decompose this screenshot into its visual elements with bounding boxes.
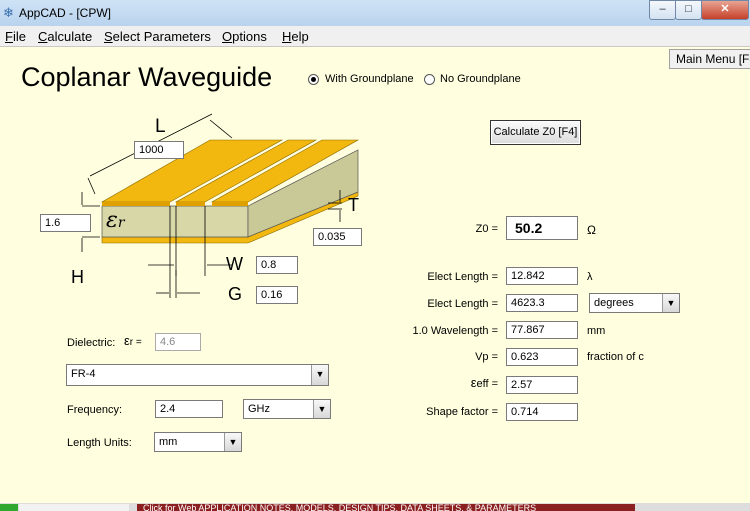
T-label: T (348, 195, 359, 215)
chevron-down-icon[interactable]: ▼ (313, 400, 330, 418)
length-units-label: Length Units: (67, 437, 132, 449)
eeff-output: 2.57 (506, 376, 578, 394)
shape-factor-label: Shape factor = (426, 406, 498, 418)
frequency-label: Frequency: (67, 404, 123, 416)
dielectric-er-label: εr = (124, 333, 142, 348)
page-title: Coplanar Waveguide (21, 62, 273, 92)
elect-length-unit-value: degrees (594, 297, 634, 309)
elect-length-unit-select[interactable]: degrees ▼ (589, 293, 680, 313)
status-indicator (0, 504, 18, 511)
left-ground-edge (102, 202, 170, 206)
status-cell (19, 504, 129, 511)
menu-calculate[interactable]: Calculate (38, 29, 92, 44)
shape-factor-output: 0.714 (506, 403, 578, 421)
with-groundplane-radio[interactable] (308, 74, 319, 85)
chevron-down-icon[interactable]: ▼ (311, 365, 328, 385)
material-select-value: FR-4 (71, 368, 96, 380)
thickness-input[interactable]: 0.035 (313, 228, 362, 246)
vp-output: 0.623 (506, 348, 578, 366)
vp-label: Vp = (475, 351, 498, 363)
length-units-select[interactable]: mm ▼ (154, 432, 242, 452)
app-icon: ❄ (3, 5, 14, 20)
maximize-button[interactable]: □ (675, 0, 702, 20)
close-button[interactable]: ✕ (701, 0, 749, 20)
title-bar[interactable] (0, 0, 750, 27)
menu-options[interactable]: Options (222, 29, 267, 44)
web-notes-link[interactable]: Click for Web APPLICATION NOTES, MODELS,… (137, 504, 635, 511)
right-ground-edge (212, 202, 248, 206)
lambda-unit: λ (587, 271, 593, 283)
L-label: L (155, 116, 166, 137)
frequency-input[interactable]: 2.4 (155, 400, 223, 418)
z0-unit: Ω (587, 223, 596, 237)
wavelength-unit: mm (587, 325, 606, 337)
dielectric-er-input[interactable]: 4.6 (155, 333, 201, 351)
main-menu-button[interactable]: Main Menu [F8 (669, 49, 750, 69)
no-groundplane-label[interactable]: No Groundplane (440, 73, 521, 85)
er-symbol: εr (106, 208, 125, 233)
elect-length-degrees-label: Elect Length = (427, 298, 498, 310)
center-strip-edge (176, 202, 205, 206)
W-label: W (226, 254, 243, 274)
width-input[interactable]: 0.8 (256, 256, 298, 274)
chevron-down-icon[interactable]: ▼ (662, 294, 679, 312)
with-groundplane-label[interactable]: With Groundplane (325, 73, 414, 85)
z0-label: Z0 = (475, 223, 498, 235)
menu-help[interactable]: Help (282, 29, 309, 44)
vp-unit: fraction of c (587, 351, 644, 363)
H-label: H (71, 267, 84, 287)
elect-length-lambda-output: 12.842 (506, 267, 578, 285)
frequency-unit-select[interactable]: GHz ▼ (243, 399, 331, 419)
eeff-label: εeff = (470, 375, 498, 390)
G-label: G (228, 284, 243, 304)
wavelength-output: 77.867 (506, 321, 578, 339)
menu-file[interactable]: File (5, 29, 26, 44)
wavelength-label: 1.0 Wavelength = (412, 325, 498, 337)
no-groundplane-radio[interactable] (424, 74, 435, 85)
z0-output: 50.2 (506, 216, 578, 240)
length-input[interactable]: 1000 (134, 141, 184, 159)
menu-select-parameters[interactable]: Select Parameters (104, 29, 211, 44)
length-units-value: mm (159, 436, 178, 448)
window-title: AppCAD - [CPW] (19, 6, 112, 20)
dielectric-label: Dielectric: (67, 337, 116, 349)
elect-length-lambda-label: Elect Length = (427, 271, 498, 283)
chevron-down-icon[interactable]: ▼ (224, 433, 241, 451)
gap-input[interactable]: 0.16 (256, 286, 298, 304)
frequency-unit-value: GHz (248, 403, 270, 415)
radio-selected-dot (311, 77, 316, 82)
calculate-z0-button[interactable]: Calculate Z0 [F4] (490, 120, 581, 145)
height-input[interactable]: 1.6 (40, 214, 91, 232)
minimize-button[interactable]: – (649, 0, 676, 20)
material-select[interactable]: FR-4 ▼ (66, 364, 329, 386)
elect-length-degrees-output: 4623.3 (506, 294, 578, 312)
